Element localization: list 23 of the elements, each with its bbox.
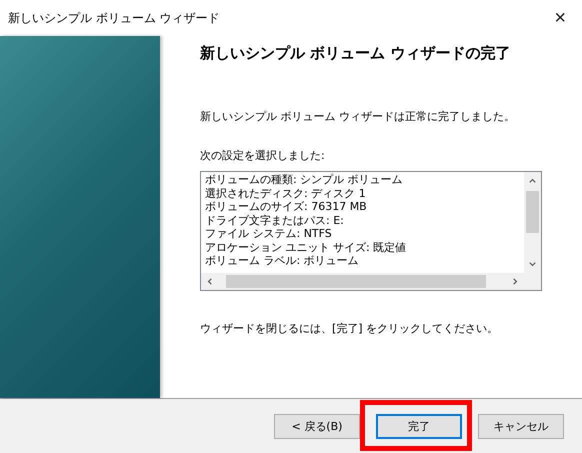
scrollbar-thumb[interactable]	[226, 275, 486, 288]
wizard-button[interactable]: キャンセル	[478, 414, 564, 438]
settings-line: ボリュームのサイズ: 76317 MB	[205, 200, 368, 214]
settings-line: 選択されたディスク: ディスク 1	[205, 186, 367, 200]
wizard-button[interactable]: < 戻る(B)	[274, 414, 360, 438]
scroll-up-icon[interactable]	[528, 176, 537, 185]
settings-list[interactable]: ボリュームの種類: シンプル ボリューム 選択されたディスク: ディスク 1 ボリュームのサイズ: 76317 MB ドライブ文字またはパス: E: ファイル システム: NTFS アロケーション ユニット サイズ: 既定値 ボリューム ラベル: ボリューム	[200, 171, 542, 291]
wizard-button[interactable]: 完了	[376, 414, 462, 438]
scroll-down-icon[interactable]	[528, 260, 537, 269]
completion-message: 新しいシンプル ボリューム ウィザードは正常に完了しました。	[200, 109, 516, 124]
settings-line: ファイル システム: NTFS	[205, 227, 333, 240]
page-heading: 新しいシンプル ボリューム ウィザードの完了	[200, 44, 512, 63]
scroll-left-icon[interactable]	[205, 277, 214, 286]
scroll-right-icon[interactable]	[511, 277, 520, 286]
settings-line: ドライブ文字またはパス: E:	[205, 214, 345, 227]
instruction-text: ウィザードを閉じるには、[完了] をクリックしてください。	[200, 321, 500, 336]
settings-line: ボリュームの種類: シンプル ボリューム	[205, 173, 404, 186]
settings-label: 次の設定を選択しました:	[200, 148, 326, 163]
scrollbar-thumb[interactable]	[526, 191, 539, 233]
settings-line: アロケーション ユニット サイズ: 既定値	[205, 240, 408, 254]
window-title: 新しいシンプル ボリューム ウィザード	[8, 10, 220, 26]
settings-line: ボリューム ラベル: ボリューム	[205, 254, 360, 268]
close-button[interactable]: ×	[548, 6, 572, 30]
